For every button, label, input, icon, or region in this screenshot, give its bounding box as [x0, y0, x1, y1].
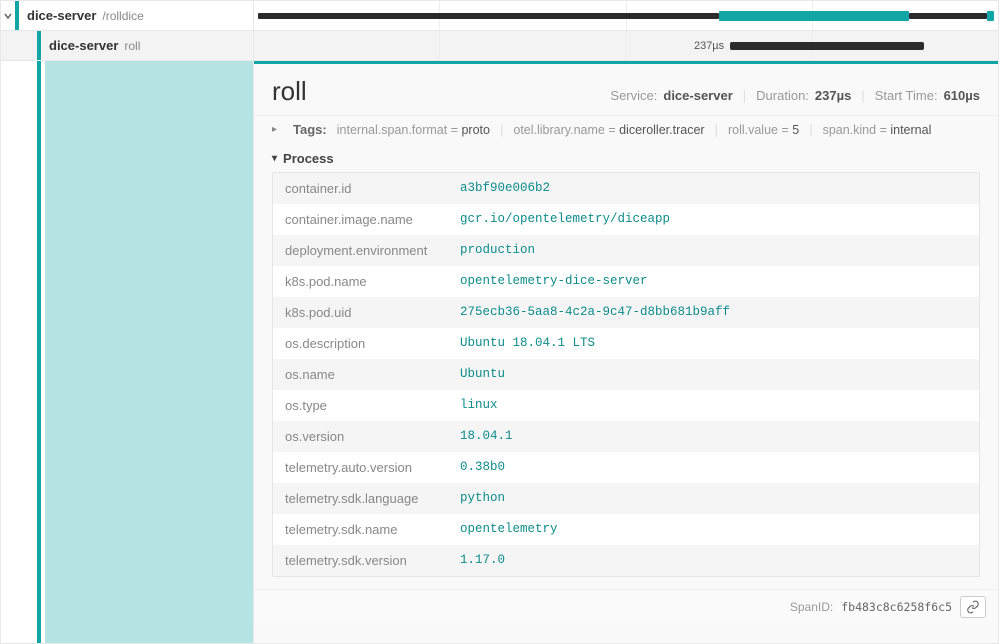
process-value: linux — [460, 398, 498, 413]
process-value: 1.17.0 — [460, 553, 505, 568]
meta-service-label: Service: — [610, 88, 657, 103]
process-row: telemetry.sdk.nameopentelemetry — [273, 514, 979, 545]
tag-item: otel.library.name = diceroller.tracer — [513, 123, 704, 137]
process-row: telemetry.auto.version0.38b0 — [273, 452, 979, 483]
process-key: deployment.environment — [285, 243, 460, 258]
process-row: telemetry.sdk.version1.17.0 — [273, 545, 979, 576]
process-row: os.version18.04.1 — [273, 421, 979, 452]
meta-duration-label: Duration: — [756, 88, 809, 103]
process-value: 0.38b0 — [460, 460, 505, 475]
process-table: container.ida3bf90e006b2container.image.… — [272, 172, 980, 577]
process-key: os.version — [285, 429, 460, 444]
operation-name: roll — [124, 39, 140, 53]
service-name: dice-server — [27, 8, 96, 23]
span-bar: 237µs — [730, 41, 923, 51]
process-row: os.descriptionUbuntu 18.04.1 LTS — [273, 328, 979, 359]
span-detail-panel: roll Service: dice-server | Duration: 23… — [254, 61, 998, 643]
tags-label: Tags: — [293, 122, 327, 137]
process-key: container.id — [285, 181, 460, 196]
process-row: k8s.pod.uid275ecb36-5aa8-4c2a-9c47-d8bb6… — [273, 297, 979, 328]
process-key: k8s.pod.name — [285, 274, 460, 289]
meta-service: dice-server — [663, 88, 732, 103]
expand-toggle[interactable] — [1, 11, 15, 21]
process-key: telemetry.sdk.language — [285, 491, 460, 506]
service-color-bar — [37, 31, 41, 60]
process-value: 18.04.1 — [460, 429, 513, 444]
process-value: python — [460, 491, 505, 506]
timeline-cell[interactable] — [254, 1, 998, 30]
process-row: os.nameUbuntu — [273, 359, 979, 390]
spanid-label: SpanID: — [790, 600, 833, 614]
process-value: Ubuntu 18.04.1 LTS — [460, 336, 595, 351]
process-value: gcr.io/opentelemetry/diceapp — [460, 212, 670, 227]
process-value: a3bf90e006b2 — [460, 181, 550, 196]
process-value: opentelemetry-dice-server — [460, 274, 648, 289]
span-bar-group — [254, 1, 998, 30]
process-key: container.image.name — [285, 212, 460, 227]
process-value: opentelemetry — [460, 522, 558, 537]
meta-start: 610µs — [944, 88, 980, 103]
span-row-child[interactable]: dice-server roll 237µs — [1, 31, 998, 61]
operation-name: /rolldice — [102, 9, 143, 23]
span-title: roll — [272, 76, 307, 107]
tag-item: internal.span.format = proto — [337, 123, 490, 137]
span-row-parent[interactable]: dice-server /rolldice — [1, 1, 998, 31]
process-key: telemetry.sdk.name — [285, 522, 460, 537]
process-key: os.type — [285, 398, 460, 413]
process-key: k8s.pod.uid — [285, 305, 460, 320]
process-label: Process — [283, 151, 334, 166]
tags-row[interactable]: ▸ Tags: internal.span.format = proto|ote… — [254, 115, 998, 143]
process-row: deployment.environmentproduction — [273, 235, 979, 266]
service-name: dice-server — [49, 38, 118, 53]
meta-start-label: Start Time: — [875, 88, 938, 103]
span-meta: Service: dice-server | Duration: 237µs |… — [610, 88, 980, 103]
process-section: ▾ Process container.ida3bf90e006b2contai… — [254, 143, 998, 589]
process-key: telemetry.auto.version — [285, 460, 460, 475]
detail-area: roll Service: dice-server | Duration: 23… — [1, 61, 998, 643]
process-row: os.typelinux — [273, 390, 979, 421]
span-duration-label: 237µs — [694, 40, 724, 52]
process-key: telemetry.sdk.version — [285, 553, 460, 568]
deep-link-button[interactable] — [960, 596, 986, 618]
span-name-cell: dice-server roll — [1, 31, 254, 60]
process-value: production — [460, 243, 535, 258]
span-tree: dice-server /rolldice — [1, 1, 998, 61]
trace-view: dice-server /rolldice — [0, 0, 999, 644]
process-row: container.ida3bf90e006b2 — [273, 173, 979, 204]
tags-list: internal.span.format = proto|otel.librar… — [337, 122, 932, 137]
span-name-cell: dice-server /rolldice — [1, 1, 254, 30]
process-value: 275ecb36-5aa8-4c2a-9c47-d8bb681b9aff — [460, 305, 730, 320]
process-key: os.description — [285, 336, 460, 351]
chevron-right-icon: ▸ — [272, 124, 277, 135]
process-toggle[interactable]: ▾ Process — [272, 147, 980, 172]
process-row: telemetry.sdk.languagepython — [273, 483, 979, 514]
panel-footer: SpanID: fb483c8c6258f6c5 — [254, 589, 998, 624]
tag-item: span.kind = internal — [823, 123, 932, 137]
panel-header: roll Service: dice-server | Duration: 23… — [254, 64, 998, 115]
detail-left-gutter — [1, 61, 254, 643]
service-color-bar — [15, 1, 19, 30]
process-key: os.name — [285, 367, 460, 382]
indent — [1, 31, 19, 60]
timeline-cell[interactable]: 237µs — [254, 31, 998, 60]
spanid-value: fb483c8c6258f6c5 — [841, 600, 952, 614]
meta-duration: 237µs — [815, 88, 851, 103]
process-row: k8s.pod.nameopentelemetry-dice-server — [273, 266, 979, 297]
process-row: container.image.namegcr.io/opentelemetry… — [273, 204, 979, 235]
indent — [19, 31, 37, 60]
tag-item: roll.value = 5 — [728, 123, 799, 137]
chevron-down-icon: ▾ — [272, 153, 277, 164]
process-value: Ubuntu — [460, 367, 505, 382]
